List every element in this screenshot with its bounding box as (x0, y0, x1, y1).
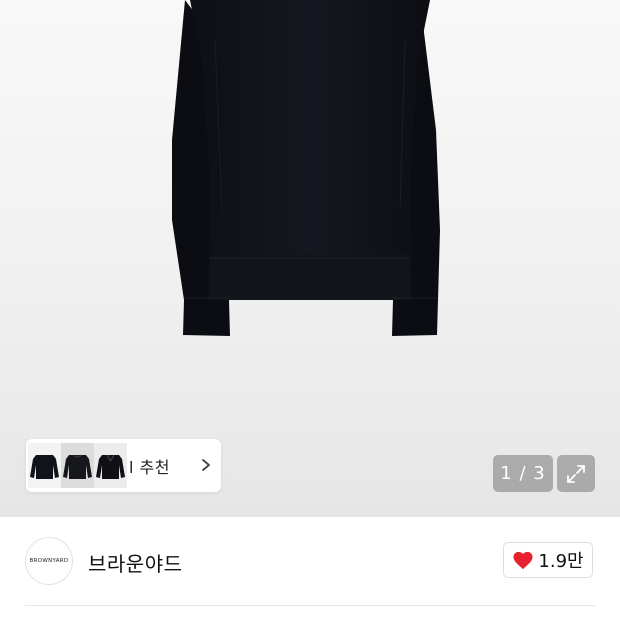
recommendation-label: l 추천 (129, 457, 170, 477)
heart-icon (513, 551, 533, 570)
chevron-right-icon (202, 459, 210, 471)
expand-image-button[interactable] (557, 455, 595, 492)
image-page-counter: 1 / 3 (493, 455, 553, 492)
brand-name-link[interactable]: 브라운야드 (88, 548, 183, 577)
brand-logo-text: BROWNYARD (29, 558, 69, 564)
section-divider (25, 605, 595, 606)
like-button[interactable]: 1.9만 (503, 542, 593, 578)
product-image-gallery[interactable]: l 추천 1 / 3 (0, 0, 620, 517)
recommendation-chip[interactable]: l 추천 (26, 439, 221, 492)
expand-arrows-icon (567, 464, 585, 483)
black-sweater-thumbnail (94, 443, 127, 488)
product-detail-screen: l 추천 1 / 3 BROWNYARD 브라운야드 1.9만 (0, 0, 620, 620)
brand-row: BROWNYARD 브라운야드 1.9만 (0, 517, 620, 607)
black-sweater-thumbnail (28, 443, 61, 488)
black-sweater-thumbnail (61, 443, 94, 488)
brand-logo[interactable]: BROWNYARD (25, 537, 73, 585)
recommendation-thumbnails (28, 443, 127, 488)
like-count: 1.9만 (538, 551, 584, 572)
